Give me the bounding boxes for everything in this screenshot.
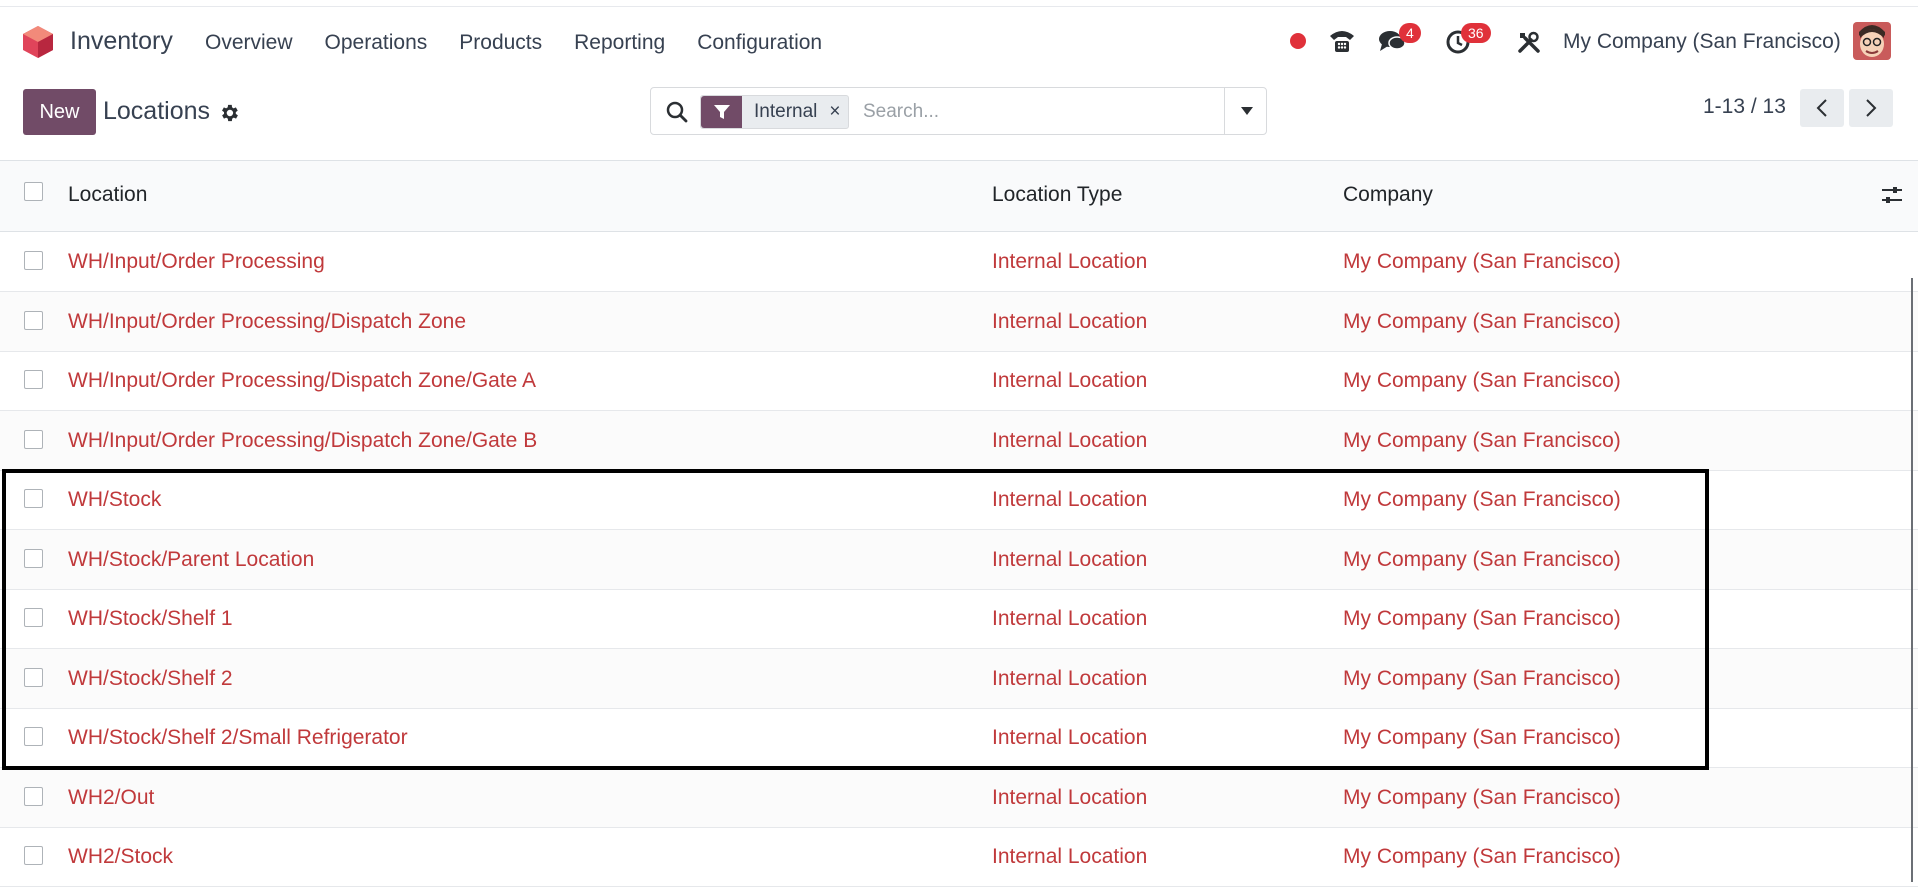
cell-company[interactable]: My Company (San Francisco) (1343, 607, 1621, 631)
top-border (0, 0, 1918, 7)
column-header-location-type[interactable]: Location Type (992, 183, 1122, 207)
cell-location[interactable]: WH/Input/Order Processing/Dispatch Zone/… (68, 429, 537, 453)
pager-value[interactable]: 1-13 / 13 (1703, 95, 1786, 119)
cell-location[interactable]: WH2/Out (68, 786, 154, 810)
menu-configuration[interactable]: Configuration (697, 31, 822, 55)
search-options-toggle[interactable] (1224, 88, 1268, 134)
table-row[interactable]: WH/Input/Order Processing/Dispatch Zone/… (0, 351, 1918, 411)
cell-location[interactable]: WH/Stock/Shelf 2/Small Refrigerator (68, 726, 408, 750)
search-input[interactable] (861, 97, 1215, 127)
facet-remove-button[interactable]: × (825, 101, 848, 123)
cell-location-type[interactable]: Internal Location (992, 667, 1147, 691)
cell-location-type[interactable]: Internal Location (992, 548, 1147, 572)
optional-columns-icon[interactable] (1881, 185, 1903, 205)
cell-company[interactable]: My Company (San Francisco) (1343, 488, 1621, 512)
cell-location[interactable]: WH2/Stock (68, 845, 173, 869)
cell-location-type[interactable]: Internal Location (992, 607, 1147, 631)
cell-company[interactable]: My Company (San Francisco) (1343, 548, 1621, 572)
cell-location-type[interactable]: Internal Location (992, 250, 1147, 274)
page-title: Locations (103, 97, 211, 125)
search-panel: Internal × (650, 87, 1267, 135)
cell-company[interactable]: My Company (San Francisco) (1343, 726, 1621, 750)
menu-reporting[interactable]: Reporting (574, 31, 665, 55)
cell-location[interactable]: WH/Input/Order Processing (68, 250, 325, 274)
company-switcher[interactable]: My Company (San Francisco) (1563, 30, 1841, 54)
row-checkbox[interactable] (24, 430, 43, 449)
column-header-location[interactable]: Location (68, 183, 147, 207)
scrollbar[interactable] (1911, 278, 1913, 882)
row-checkbox[interactable] (24, 668, 43, 687)
column-header-company[interactable]: Company (1343, 183, 1433, 207)
app-name[interactable]: Inventory (70, 27, 173, 56)
row-checkbox[interactable] (24, 311, 43, 330)
user-avatar[interactable] (1853, 22, 1891, 60)
new-button[interactable]: New (23, 89, 96, 135)
cell-company[interactable]: My Company (San Francisco) (1343, 845, 1621, 869)
cell-company[interactable]: My Company (San Francisco) (1343, 250, 1621, 274)
menu-products[interactable]: Products (459, 31, 542, 55)
messages-badge: 4 (1399, 23, 1421, 43)
main-menu: Overview Operations Products Reporting C… (205, 31, 854, 55)
caret-down-icon (1240, 107, 1253, 115)
row-checkbox[interactable] (24, 787, 43, 806)
cell-location[interactable]: WH/Input/Order Processing/Dispatch Zone (68, 310, 466, 334)
menu-overview[interactable]: Overview (205, 31, 293, 55)
table-row[interactable]: WH/Stock/Shelf 2 Internal Location My Comp… (0, 649, 1918, 709)
table-row[interactable]: WH/Stock/Shelf 1 Internal Location My Comp… (0, 589, 1918, 649)
cell-location-type[interactable]: Internal Location (992, 369, 1147, 393)
cell-company[interactable]: My Company (San Francisco) (1343, 369, 1621, 393)
pager-next-button[interactable] (1849, 89, 1893, 127)
pager-previous-button[interactable] (1800, 89, 1844, 127)
cell-location[interactable]: WH/Stock (68, 488, 161, 512)
cell-location-type[interactable]: Internal Location (992, 726, 1147, 750)
table-row[interactable]: WH2/Stock Internal Location My Company (Sa… (0, 827, 1918, 887)
tools-icon[interactable] (1517, 30, 1541, 54)
chevron-right-icon (1866, 99, 1877, 117)
cell-company[interactable]: My Company (San Francisco) (1343, 310, 1621, 334)
menu-operations[interactable]: Operations (325, 31, 428, 55)
facet-label: Internal (754, 101, 818, 122)
row-checkbox[interactable] (24, 251, 43, 270)
row-checkbox[interactable] (24, 549, 43, 568)
table-row[interactable]: WH/Input/Order Processing Internal Locati… (0, 232, 1918, 292)
search-icon[interactable] (665, 100, 689, 124)
cell-location-type[interactable]: Internal Location (992, 310, 1147, 334)
cell-location[interactable]: WH/Stock/Parent Location (68, 548, 314, 572)
activities-badge: 36 (1461, 23, 1491, 43)
cell-location[interactable]: WH/Input/Order Processing/Dispatch Zone/… (68, 369, 536, 393)
gear-icon[interactable] (218, 102, 240, 124)
cell-location[interactable]: WH/Stock/Shelf 1 (68, 607, 233, 631)
cell-company[interactable]: My Company (San Francisco) (1343, 429, 1621, 453)
table-row[interactable]: WH/Input/Order Processing/Dispatch Zone/… (0, 411, 1918, 471)
row-checkbox[interactable] (24, 846, 43, 865)
table-row[interactable]: WH/Input/Order Processing/Dispatch Zone I… (0, 292, 1918, 352)
avatar-face-icon (1853, 22, 1891, 60)
table-header: Location Location Type Company (0, 160, 1918, 232)
row-checkbox[interactable] (24, 727, 43, 746)
cell-location-type[interactable]: Internal Location (992, 429, 1147, 453)
phone-icon[interactable] (1328, 28, 1356, 54)
table-row[interactable]: WH2/Out Internal Location My Company (San … (0, 768, 1918, 828)
app-logo-icon[interactable] (22, 25, 54, 59)
filter-icon (701, 96, 742, 128)
cell-location-type[interactable]: Internal Location (992, 786, 1147, 810)
select-all-checkbox[interactable] (24, 182, 43, 201)
table-row[interactable]: WH/Stock Internal Location My Company (San… (0, 470, 1918, 530)
cell-location[interactable]: WH/Stock/Shelf 2 (68, 667, 233, 691)
row-checkbox[interactable] (24, 608, 43, 627)
cell-company[interactable]: My Company (San Francisco) (1343, 667, 1621, 691)
cell-location-type[interactable]: Internal Location (992, 488, 1147, 512)
chevron-left-icon (1816, 99, 1827, 117)
filter-facet[interactable]: Internal × (700, 95, 850, 129)
table-row[interactable]: WH/Stock/Shelf 2/Small Refrigerator Inter… (0, 708, 1918, 768)
row-checkbox[interactable] (24, 489, 43, 508)
table-row[interactable]: WH/Stock/Parent Location Internal Locatio… (0, 530, 1918, 590)
cell-location-type[interactable]: Internal Location (992, 845, 1147, 869)
row-checkbox[interactable] (24, 370, 43, 389)
cell-company[interactable]: My Company (San Francisco) (1343, 786, 1621, 810)
record-dot-icon[interactable] (1289, 32, 1307, 50)
